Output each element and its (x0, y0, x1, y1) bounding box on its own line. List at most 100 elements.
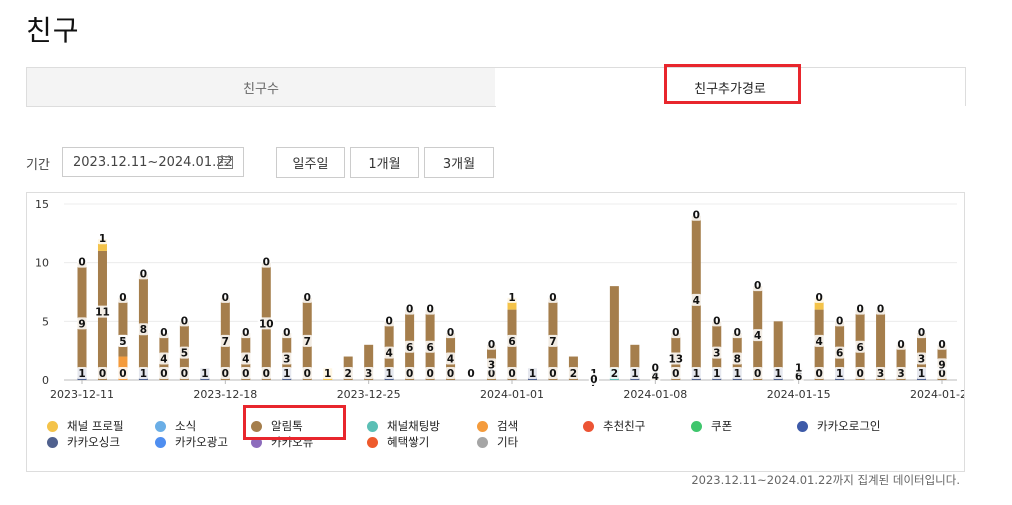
data-label: 0 (856, 368, 863, 380)
data-label: 4 (693, 295, 700, 307)
data-label: 2 (345, 368, 352, 380)
date-range-value: 2023.12.11~2024.01.22 (73, 154, 233, 170)
data-label: 0 (160, 327, 167, 339)
legend-label: 카카오싱크 (67, 435, 120, 449)
data-label: 0 (426, 368, 433, 380)
bar-segment (609, 286, 619, 369)
y-tick-label: 15 (35, 198, 49, 211)
data-label: 13 (668, 354, 683, 366)
legend-item[interactable]: 소식 (155, 418, 196, 434)
data-label: 7 (222, 336, 229, 348)
legend-item[interactable]: 혜택쌓기 (367, 434, 429, 450)
data-label: 0 (856, 304, 863, 316)
data-label: 0 (304, 368, 311, 380)
data-label: 1 (99, 233, 106, 245)
data-label: 8 (734, 354, 741, 366)
legend-swatch (47, 436, 58, 448)
data-label: 0 (672, 368, 679, 380)
data-label: 1 (385, 368, 392, 380)
period-button-1month[interactable]: 1개월 (350, 147, 419, 178)
x-tick-label: 2024-01-01 (480, 388, 544, 401)
data-label: 3 (488, 359, 495, 371)
data-label: 0 (590, 374, 597, 386)
page-title: 친구 (26, 14, 80, 47)
legend-item[interactable]: 채널채팅방 (367, 418, 440, 434)
legend-swatch (155, 436, 166, 448)
data-label: 3 (283, 354, 290, 366)
data-label: 0 (754, 368, 761, 380)
data-label: 0 (549, 292, 556, 304)
bar-segment (384, 321, 394, 369)
data-label: 3 (897, 368, 904, 380)
data-label: 0 (99, 368, 106, 380)
legend-item[interactable]: 카카오광고 (155, 434, 228, 450)
data-label: 3 (877, 368, 884, 380)
period-button-week[interactable]: 일주일 (276, 147, 345, 178)
data-label: 10 (259, 318, 274, 330)
data-label: 4 (160, 354, 167, 366)
bar-segment (77, 262, 87, 369)
legend-swatch (477, 420, 488, 432)
data-label: 3 (365, 368, 372, 380)
data-label: 9 (78, 318, 85, 330)
legend-swatch (367, 436, 378, 448)
data-label: 1 (836, 368, 843, 380)
bar-segment (712, 321, 722, 369)
data-label: 0 (181, 368, 188, 380)
calendar-icon[interactable] (218, 155, 233, 169)
data-label: 0 (283, 327, 290, 339)
bar-segment (691, 215, 701, 369)
data-label: 1 (631, 368, 638, 380)
bar-segment (630, 344, 640, 369)
data-label: 0 (160, 368, 167, 380)
legend-swatch (583, 420, 594, 432)
tab-bar: 친구수 친구추가경로 (26, 67, 966, 107)
data-label: 6 (508, 336, 515, 348)
legend-item[interactable]: 쿠폰 (691, 418, 732, 434)
data-label: 0 (754, 280, 761, 292)
data-label: 6 (856, 342, 863, 354)
legend-item[interactable]: 검색 (477, 418, 518, 434)
data-label: 0 (836, 315, 843, 327)
x-tick-label: 2024-01-08 (623, 388, 687, 401)
legend-swatch (47, 420, 58, 432)
data-label: 0 (181, 315, 188, 327)
data-label: 0 (467, 368, 474, 380)
data-label: 0 (263, 257, 270, 269)
data-label: 0 (652, 362, 659, 374)
tab-friend-count[interactable]: 친구수 (26, 67, 496, 107)
period-button-3months[interactable]: 3개월 (424, 147, 494, 178)
data-label: 0 (263, 368, 270, 380)
legend-swatch (367, 420, 378, 432)
data-label: 0 (447, 327, 454, 339)
data-label: 0 (406, 368, 413, 380)
data-label: 0 (119, 292, 126, 304)
data-label: 1 (140, 368, 147, 380)
data-label: 0 (242, 327, 249, 339)
data-label: 0 (488, 339, 495, 351)
data-label: 0 (549, 368, 556, 380)
legend-item[interactable]: 기타 (477, 434, 518, 450)
data-label: 0 (713, 315, 720, 327)
date-range-input[interactable]: 2023.12.11~2024.01.22 (62, 147, 244, 177)
data-label: 1 (529, 368, 536, 380)
legend-item[interactable]: 카카오로그인 (797, 418, 880, 434)
data-label: 3 (713, 348, 720, 360)
data-label: 0 (877, 304, 884, 316)
data-label: 1 (734, 368, 741, 380)
period-label: 기간 (26, 158, 50, 173)
data-label: 0 (242, 368, 249, 380)
chart-panel: 0510151902023-12-11011102501800400501070… (26, 192, 965, 472)
legend-label: 채널채팅방 (387, 419, 440, 433)
legend-item[interactable]: 채널 프로필 (47, 418, 124, 434)
legend-item[interactable]: 카카오싱크 (47, 434, 120, 450)
data-label: 4 (754, 330, 761, 342)
data-label: 9 (938, 359, 945, 371)
data-label: 7 (304, 336, 311, 348)
data-label: 4 (385, 348, 392, 360)
data-label: 4 (242, 354, 249, 366)
data-label: 0 (938, 339, 945, 351)
data-label: 1 (713, 368, 720, 380)
data-label: 2 (611, 368, 618, 380)
legend-item[interactable]: 추천친구 (583, 418, 645, 434)
